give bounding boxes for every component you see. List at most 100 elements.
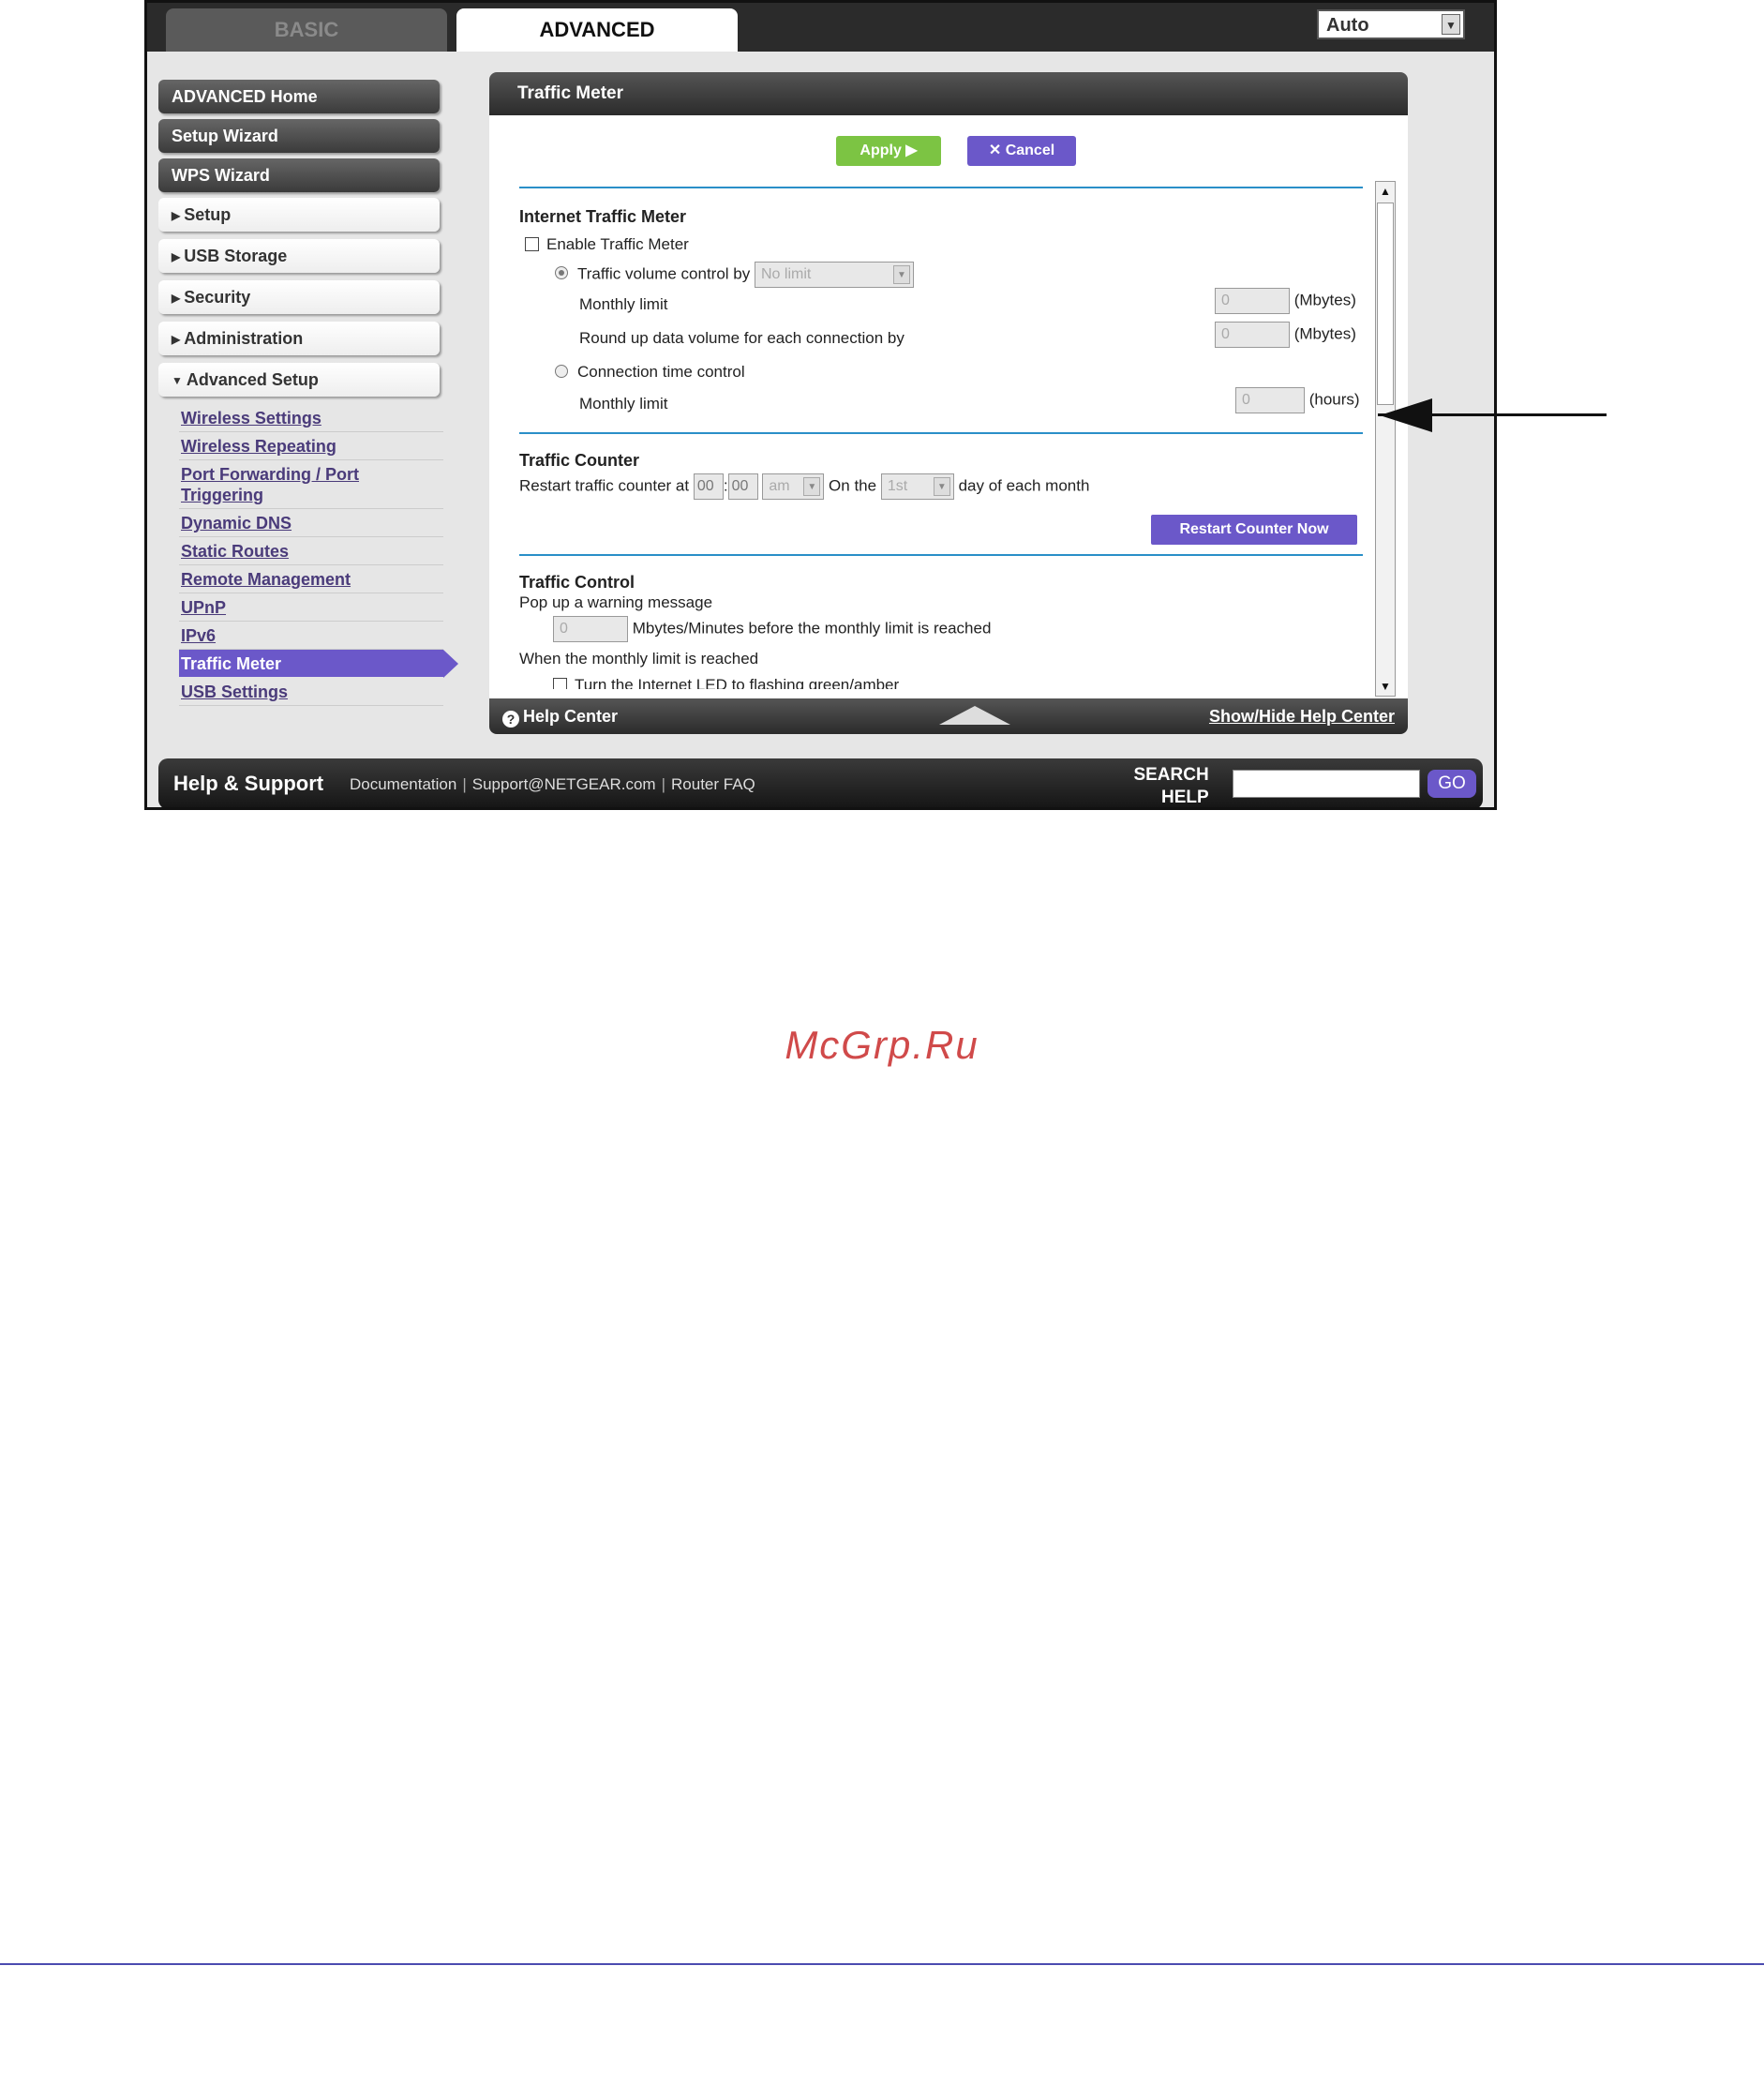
separator: | bbox=[661, 775, 666, 793]
link-port-forwarding[interactable]: Port Forwarding / Port Triggering bbox=[179, 460, 443, 509]
language-value: Auto bbox=[1326, 15, 1369, 36]
sidebar-item-advanced-setup[interactable]: ▼ Advanced Setup bbox=[158, 363, 440, 397]
link-documentation[interactable]: Documentation bbox=[350, 775, 456, 793]
sidebar-item-usb-storage[interactable]: ▶ USB Storage bbox=[158, 239, 440, 273]
help-support-bar: Help & Support Documentation | Support@NET… bbox=[158, 758, 1483, 807]
time-monthly-label: Monthly limit bbox=[579, 395, 668, 413]
sidebar-item-label: Security bbox=[184, 288, 251, 307]
cancel-button[interactable]: ✕ Cancel bbox=[967, 136, 1076, 166]
volume-control-label: Traffic volume control by bbox=[577, 264, 751, 283]
go-button[interactable]: GO bbox=[1428, 770, 1476, 798]
help-center-label[interactable]: Help Center bbox=[523, 707, 618, 726]
show-hide-help-link[interactable]: Show/Hide Help Center bbox=[1209, 698, 1395, 734]
wps-wizard-button[interactable]: WPS Wizard bbox=[158, 158, 440, 192]
mbytes-unit: (Mbytes) bbox=[1293, 291, 1356, 309]
support-links: Documentation | Support@NETGEAR.com | Router… bbox=[350, 775, 755, 794]
sidebar-item-label: USB Storage bbox=[184, 247, 288, 265]
roundup-row: 0 (Mbytes) bbox=[1215, 322, 1356, 348]
link-wireless-settings[interactable]: Wireless Settings bbox=[179, 404, 443, 432]
expand-up-icon[interactable] bbox=[939, 706, 1010, 725]
cancel-label: Cancel bbox=[1005, 143, 1055, 158]
day-suffix-label: day of each month bbox=[958, 476, 1090, 495]
ampm-select[interactable]: am ▼ bbox=[762, 473, 825, 500]
link-dynamic-dns[interactable]: Dynamic DNS bbox=[179, 509, 443, 537]
led-label: Turn the Internet LED to flashing green/… bbox=[575, 676, 900, 689]
triangle-right-icon: ▶ bbox=[172, 292, 181, 305]
enable-meter-label: Enable Traffic Meter bbox=[546, 235, 689, 253]
day-select[interactable]: 1st ▼ bbox=[880, 473, 954, 500]
setup-wizard-button[interactable]: Setup Wizard bbox=[158, 119, 440, 153]
led-checkbox[interactable] bbox=[553, 678, 567, 689]
sidebar-item-administration[interactable]: ▶ Administration bbox=[158, 322, 440, 355]
sidebar-item-label: Advanced Setup bbox=[186, 370, 319, 389]
help-support-title: Help & Support bbox=[173, 772, 324, 795]
internet-meter-heading: Internet Traffic Meter bbox=[519, 207, 687, 226]
ampm-value: am bbox=[769, 478, 790, 494]
link-router-faq[interactable]: Router FAQ bbox=[671, 775, 755, 793]
search-help-label: SEARCH HELP bbox=[1133, 764, 1209, 807]
link-remote-management[interactable]: Remote Management bbox=[179, 565, 443, 593]
restart-counter-label: Restart traffic counter at bbox=[519, 476, 690, 495]
sidebar-item-security[interactable]: ▶ Security bbox=[158, 280, 440, 314]
hours-unit: (hours) bbox=[1308, 390, 1360, 409]
warning-input[interactable]: 0 bbox=[553, 616, 628, 642]
time-control-radio[interactable] bbox=[555, 365, 568, 378]
link-wireless-repeating[interactable]: Wireless Repeating bbox=[179, 432, 443, 460]
volume-control-row: Traffic volume control by No limit ▼ bbox=[555, 262, 914, 288]
language-select[interactable]: Auto ▼ bbox=[1317, 9, 1465, 39]
volume-select[interactable]: No limit ▼ bbox=[754, 262, 914, 288]
restart-counter-row: Restart traffic counter at 00:00 am ▼ On … bbox=[519, 473, 1089, 500]
tab-advanced[interactable]: ADVANCED bbox=[456, 8, 738, 52]
chevron-down-icon: ▼ bbox=[892, 265, 910, 284]
time-monthly-row: 0 (hours) bbox=[1235, 387, 1360, 413]
scrollbar-thumb[interactable] bbox=[1377, 203, 1394, 405]
panel-title: Traffic Meter bbox=[489, 72, 1408, 115]
advanced-home-button[interactable]: ADVANCED Home bbox=[158, 80, 440, 113]
scroll-up-icon[interactable]: ▲ bbox=[1376, 182, 1395, 201]
link-support-email[interactable]: Support@NETGEAR.com bbox=[472, 775, 656, 793]
counter-heading: Traffic Counter bbox=[519, 451, 640, 470]
link-usb-settings[interactable]: USB Settings bbox=[179, 678, 443, 706]
triangle-down-icon: ▼ bbox=[172, 374, 183, 387]
scroll-down-icon[interactable]: ▼ bbox=[1376, 677, 1395, 696]
scrollbar[interactable]: ▲ ▼ bbox=[1375, 181, 1396, 697]
search-line-2: HELP bbox=[1161, 788, 1209, 807]
chevron-down-icon: ▼ bbox=[933, 477, 950, 496]
roundup-input[interactable]: 0 bbox=[1215, 322, 1290, 348]
chevron-down-icon: ▼ bbox=[803, 477, 821, 496]
control-heading: Traffic Control bbox=[519, 573, 635, 592]
search-input[interactable] bbox=[1233, 770, 1420, 798]
limit-reached-label: When the monthly limit is reached bbox=[519, 650, 759, 668]
link-traffic-meter[interactable]: Traffic Meter bbox=[179, 650, 458, 678]
link-static-routes[interactable]: Static Routes bbox=[179, 537, 443, 565]
enable-meter-checkbox[interactable] bbox=[525, 237, 539, 251]
separator: | bbox=[462, 775, 467, 793]
hour-input[interactable]: 00 bbox=[693, 473, 724, 500]
sidebar-item-setup[interactable]: ▶ Setup bbox=[158, 198, 440, 232]
roundup-label: Round up data volume for each connection… bbox=[579, 329, 904, 347]
monthly-limit-input[interactable]: 0 bbox=[1215, 288, 1290, 314]
warning-row: 0 Mbytes/Minutes before the monthly limi… bbox=[553, 616, 991, 642]
popup-warning-label: Pop up a warning message bbox=[519, 593, 713, 611]
page-bottom-rule bbox=[0, 1963, 1764, 1965]
link-upnp[interactable]: UPnP bbox=[179, 593, 443, 622]
close-icon: ✕ bbox=[988, 143, 1006, 158]
router-window: BASIC ADVANCED Auto ▼ ADVANCED Home Setu… bbox=[144, 0, 1497, 810]
top-bar: BASIC ADVANCED Auto ▼ bbox=[147, 3, 1494, 52]
time-monthly-input[interactable]: 0 bbox=[1235, 387, 1305, 413]
volume-control-radio[interactable] bbox=[555, 266, 568, 280]
time-control-label: Connection time control bbox=[577, 363, 745, 381]
apply-button[interactable]: Apply ▶ bbox=[836, 136, 941, 166]
divider bbox=[519, 432, 1363, 434]
chevron-down-icon: ▼ bbox=[1442, 14, 1460, 35]
link-ipv6[interactable]: IPv6 bbox=[179, 622, 443, 650]
tab-basic[interactable]: BASIC bbox=[166, 8, 447, 52]
search-line-1: SEARCH bbox=[1133, 765, 1209, 785]
minute-input[interactable]: 00 bbox=[727, 473, 758, 500]
divider bbox=[519, 554, 1363, 556]
traffic-meter-panel: Traffic Meter Apply ▶ ✕ Cancel ▲ ▼ Inter… bbox=[489, 72, 1408, 734]
monthly-limit-row: 0 (Mbytes) bbox=[1215, 288, 1356, 314]
mbytes-unit: (Mbytes) bbox=[1293, 324, 1356, 343]
enable-meter-row: Enable Traffic Meter bbox=[525, 235, 689, 254]
restart-counter-button[interactable]: Restart Counter Now bbox=[1151, 515, 1357, 545]
